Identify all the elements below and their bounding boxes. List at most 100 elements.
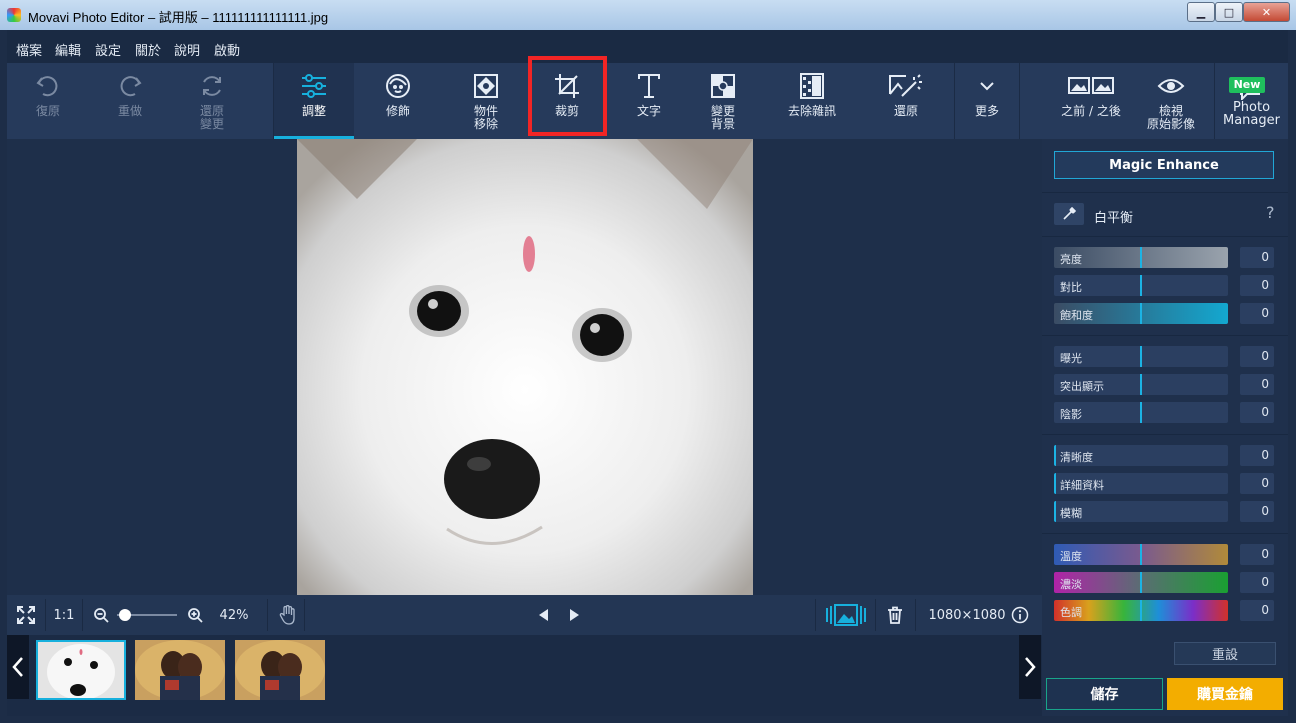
brightness-value[interactable]: 0 xyxy=(1240,247,1274,268)
close-button[interactable]: ✕ xyxy=(1243,2,1290,22)
blur-slider[interactable]: 模糊 xyxy=(1054,501,1228,522)
white-balance-row: 白平衡 ? xyxy=(1054,203,1282,227)
tab-retouch[interactable]: 修飾 xyxy=(357,63,439,139)
details-value[interactable]: 0 xyxy=(1240,473,1274,494)
zoom-out-icon xyxy=(94,608,109,623)
new-badge: New xyxy=(1229,77,1265,93)
hand-icon xyxy=(279,605,295,625)
saturation-slider[interactable]: 飽和度 xyxy=(1054,303,1228,324)
app-icon xyxy=(7,8,21,22)
clarity-slider[interactable]: 清晰度 xyxy=(1054,445,1228,466)
sliders-icon xyxy=(300,71,328,101)
tab-restore[interactable]: 還原 xyxy=(865,63,947,139)
menu-file[interactable]: 檔案 xyxy=(16,40,42,59)
exposure-value[interactable]: 0 xyxy=(1240,346,1274,367)
highlights-slider[interactable]: 突出顯示 xyxy=(1054,374,1228,395)
toolbar: 復原 重做 還原 變更 調整 修飾 物件 移除 裁剪 文字 變更 背景 去除雜訊… xyxy=(7,63,1288,139)
undo-button[interactable]: 復原 xyxy=(7,63,89,139)
actual-size-button[interactable]: 1:1 xyxy=(46,595,82,635)
hue-value[interactable]: 0 xyxy=(1240,600,1274,621)
before-after-button[interactable]: 之前 / 之後 xyxy=(1047,63,1135,139)
clarity-value[interactable]: 0 xyxy=(1240,445,1274,466)
photo-dog xyxy=(297,139,753,595)
temperature-value[interactable]: 0 xyxy=(1240,544,1274,565)
details-slider[interactable]: 詳細資料 xyxy=(1054,473,1228,494)
background-icon xyxy=(709,71,737,101)
help-icon[interactable]: ? xyxy=(1266,203,1275,222)
chevron-down-icon xyxy=(977,71,997,101)
refresh-icon xyxy=(199,71,225,101)
canvas-bottom-bar: 1:1 42% 1080×1080 xyxy=(7,595,1042,635)
exposure-slider[interactable]: 曝光 xyxy=(1054,346,1228,367)
eye-icon xyxy=(1157,71,1185,101)
menu-activate[interactable]: 啟動 xyxy=(214,40,240,59)
fit-screen-button[interactable] xyxy=(7,595,45,635)
denoise-icon xyxy=(799,71,825,101)
menu-settings[interactable]: 設定 xyxy=(95,40,121,59)
reset-button[interactable]: 重設 xyxy=(1174,642,1276,665)
eyedropper-button[interactable] xyxy=(1054,203,1084,225)
save-button[interactable]: 儲存 xyxy=(1046,678,1163,710)
tint-value[interactable]: 0 xyxy=(1240,572,1274,593)
filmstrip-next-button[interactable] xyxy=(1019,635,1041,699)
temperature-slider[interactable]: 溫度 xyxy=(1054,544,1228,565)
tab-adjust[interactable]: 調整 xyxy=(274,63,354,139)
magic-wand-icon xyxy=(888,71,924,101)
zoom-slider[interactable] xyxy=(115,595,179,635)
buy-key-button[interactable]: 購買金鑰 xyxy=(1167,678,1283,710)
view-original-button[interactable]: 檢視 原始影像 xyxy=(1131,63,1211,139)
menu-bar: 檔案 編輯 設定 關於 說明 啟動 xyxy=(7,30,1288,63)
revert-changes-button[interactable]: 還原 變更 xyxy=(171,63,253,139)
image-dimensions: 1080×1080 xyxy=(928,607,1006,623)
tint-slider[interactable]: 濃淡 xyxy=(1054,572,1228,593)
face-icon xyxy=(384,71,412,101)
image-info-button[interactable] xyxy=(1009,595,1031,635)
magic-enhance-button[interactable]: Magic Enhance xyxy=(1054,151,1274,179)
zoom-out-button[interactable] xyxy=(91,595,111,635)
more-button[interactable]: 更多 xyxy=(955,63,1019,139)
thumbnail-photo-2[interactable] xyxy=(135,640,225,700)
zoom-in-button[interactable] xyxy=(185,595,205,635)
brightness-slider[interactable]: 亮度 xyxy=(1054,247,1228,268)
title-bar: Movavi Photo Editor – 試用版 – 111111111111… xyxy=(0,0,1296,30)
menu-help[interactable]: 說明 xyxy=(174,40,200,59)
tab-object-removal[interactable]: 物件 移除 xyxy=(447,63,525,139)
zoom-slider-handle[interactable] xyxy=(119,609,131,621)
image-canvas[interactable] xyxy=(7,139,1042,595)
highlights-value[interactable]: 0 xyxy=(1240,374,1274,395)
filmstrip-toggle-button[interactable] xyxy=(819,595,873,635)
adjust-panel: Magic Enhance 白平衡 ? 亮度 0 對比 0 飽和度 0 曝光 0 xyxy=(1042,139,1288,716)
thumbnail-dog[interactable] xyxy=(36,640,126,700)
delete-button[interactable] xyxy=(879,595,911,635)
hue-slider[interactable]: 色調 xyxy=(1054,600,1228,621)
hand-tool-button[interactable] xyxy=(273,595,303,635)
saturation-value[interactable]: 0 xyxy=(1240,303,1274,324)
shadows-value[interactable]: 0 xyxy=(1240,402,1274,423)
blur-value[interactable]: 0 xyxy=(1240,501,1274,522)
contrast-value[interactable]: 0 xyxy=(1240,275,1274,296)
object-removal-icon xyxy=(472,71,500,101)
contrast-slider[interactable]: 對比 xyxy=(1054,275,1228,296)
tab-text[interactable]: 文字 xyxy=(611,63,687,139)
redo-button[interactable]: 重做 xyxy=(89,63,171,139)
redo-icon xyxy=(117,71,143,101)
shadows-slider[interactable]: 陰影 xyxy=(1054,402,1228,423)
filmstrip-prev-button[interactable] xyxy=(7,635,29,699)
before-after-icon xyxy=(1068,71,1114,101)
minimize-button[interactable]: ▁ xyxy=(1187,2,1215,22)
menu-edit[interactable]: 編輯 xyxy=(55,40,81,59)
photo-manager-button[interactable]: Photo Manager xyxy=(1215,63,1288,139)
filmstrip-icon xyxy=(826,604,866,626)
trash-icon xyxy=(888,606,902,624)
previous-image-button[interactable] xyxy=(534,595,554,635)
menu-about[interactable]: 關於 xyxy=(135,40,161,59)
chevron-left-icon xyxy=(12,657,23,677)
undo-icon xyxy=(35,71,61,101)
maximize-button[interactable]: □ xyxy=(1215,2,1243,22)
crop-highlight-box xyxy=(528,56,607,136)
triangle-left-icon xyxy=(539,609,548,621)
next-image-button[interactable] xyxy=(564,595,584,635)
thumbnail-photo-3[interactable] xyxy=(235,640,325,700)
tab-denoise[interactable]: 去除雜訊 xyxy=(771,63,853,139)
tab-change-background[interactable]: 變更 背景 xyxy=(685,63,761,139)
